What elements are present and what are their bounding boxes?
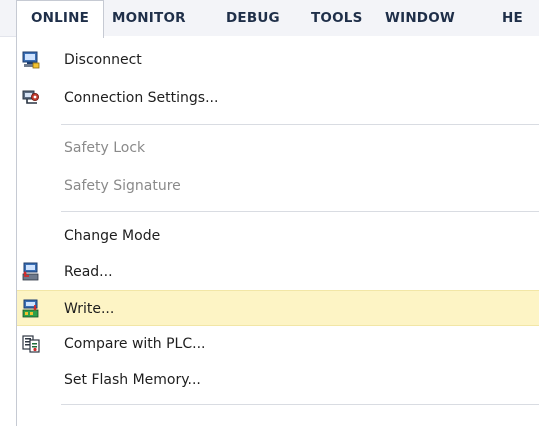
write-icon (22, 299, 39, 318)
menu-item-label: Write... (64, 301, 115, 317)
read-icon (22, 262, 39, 281)
menu-window[interactable]: WINDOW (385, 0, 455, 37)
connection-settings-icon (22, 90, 39, 104)
menu-item-label: Compare with PLC... (64, 336, 206, 352)
menu-help[interactable]: HE (502, 0, 523, 37)
menu-item-label: Set Flash Memory... (64, 372, 201, 388)
online-dropdown-menu: Disconnect Connection Settings... Safety… (16, 36, 539, 426)
menu-item-connection-settings[interactable]: Connection Settings... (17, 80, 539, 116)
menu-separator (61, 404, 539, 405)
menu-item-disconnect[interactable]: Disconnect (17, 42, 539, 78)
menu-monitor[interactable]: MONITOR (112, 0, 186, 37)
menu-tools[interactable]: TOOLS (311, 0, 363, 37)
menu-item-label: Connection Settings... (64, 90, 219, 106)
menu-separator (61, 124, 539, 125)
menu-item-change-mode[interactable]: Change Mode (17, 218, 539, 254)
menu-item-label: Change Mode (64, 228, 161, 244)
menu-debug[interactable]: DEBUG (226, 0, 280, 37)
menu-item-label: Safety Lock (64, 140, 146, 156)
menu-online[interactable]: ONLINE (16, 0, 104, 38)
menu-separator (61, 211, 539, 212)
compare-icon (22, 335, 40, 353)
menu-item-label: Read... (64, 264, 113, 280)
disconnect-icon (22, 51, 40, 69)
menu-bar: ONLINE MONITOR DEBUG TOOLS WINDOW HE (0, 0, 539, 38)
menu-item-set-flash-memory[interactable]: Set Flash Memory... (17, 362, 539, 398)
menu-item-label: Safety Signature (64, 178, 181, 194)
menu-item-safety-signature: Safety Signature (17, 168, 539, 204)
menu-item-write[interactable]: Write... (17, 290, 539, 326)
menu-item-label: Disconnect (64, 52, 142, 68)
menu-item-compare-with-plc[interactable]: Compare with PLC... (17, 326, 539, 362)
menu-item-safety-lock: Safety Lock (17, 130, 539, 166)
menu-item-read[interactable]: Read... (17, 254, 539, 290)
